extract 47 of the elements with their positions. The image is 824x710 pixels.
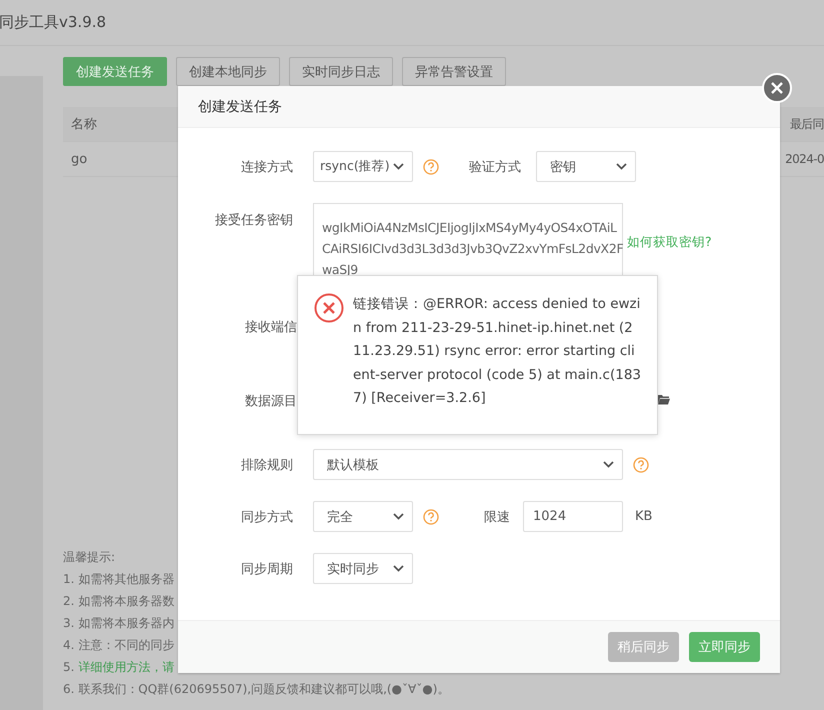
tip-text: 6. 联系我们：QQ群(620695507),问题反馈和建议都可以哦,(●ˇ∀ˇ●)。: [63, 681, 450, 698]
primary-button[interactable]: 创建发送任务: [63, 57, 167, 86]
error-icon: [314, 293, 344, 323]
help-icon[interactable]: [423, 508, 439, 524]
sync-mode-select[interactable]: 完全: [313, 501, 413, 532]
folder-icon[interactable]: [658, 394, 670, 405]
close-icon: [770, 81, 784, 95]
toolbar-button[interactable]: 创建本地同步: [176, 57, 280, 86]
exclude-select[interactable]: 默认模板: [313, 449, 623, 480]
field-label: 同步方式: [241, 508, 293, 526]
tip-text: 1. 如需将其他服务器: [63, 571, 174, 588]
app-title: 同步工具v3.9.8: [0, 13, 106, 32]
table-cell: 2024-0: [785, 152, 824, 166]
speed-limit-input[interactable]: 1024: [523, 501, 623, 532]
field-label: 限速: [484, 508, 510, 526]
error-message: 链接错误：@ERROR: access denied to ewzin from 211-23-29-51.hinet-ip.hinet.net (211.23.29.51) rsync error: error starting client-server protocol (code 5) at main.c(1837) [Receiver=3.2.6]: [353, 295, 641, 408]
field-label: 数据源目: [245, 393, 297, 410]
auth-select[interactable]: 密钥: [536, 151, 636, 182]
toolbar-button[interactable]: 实时同步日志: [289, 57, 393, 86]
dialog-title: 创建发送任务: [198, 98, 282, 116]
tip-text: 4. 注意：不同的同步: [63, 637, 174, 654]
help-link[interactable]: 如何获取密钥?: [627, 234, 712, 251]
table-cell: go: [71, 152, 88, 166]
unit-label: KB: [635, 509, 652, 524]
tip-text: 3. 如需将本服务器内: [63, 615, 174, 632]
chevron-down-icon: [393, 565, 404, 572]
tips-title: 温馨提示:: [63, 549, 116, 566]
connection-select[interactable]: rsync(推荐): [313, 151, 413, 182]
help-icon[interactable]: [423, 158, 439, 174]
period-select[interactable]: 实时同步: [313, 553, 413, 584]
column-header: 最后同: [790, 116, 824, 132]
help-icon[interactable]: [633, 456, 649, 472]
tip-text: 2. 如需将本服务器数: [63, 593, 174, 610]
field-label: 验证方式: [469, 158, 521, 176]
field-label: 接受任务密钥: [215, 212, 293, 229]
field-label: 同步周期: [241, 560, 293, 578]
column-header: 名称: [71, 116, 97, 133]
chevron-down-icon: [393, 163, 404, 170]
field-label: 接收端信: [245, 319, 297, 336]
field-label: 排除规则: [241, 456, 293, 474]
toolbar-button[interactable]: 异常告警设置: [402, 57, 506, 86]
chevron-down-icon: [616, 163, 627, 170]
chevron-down-icon: [393, 513, 404, 520]
sync-now-button[interactable]: 立即同步: [689, 632, 760, 662]
chevron-down-icon: [603, 461, 614, 468]
field-label: 连接方式: [241, 158, 293, 176]
tip-text: 5. 详细使用方法，请: [63, 659, 174, 676]
